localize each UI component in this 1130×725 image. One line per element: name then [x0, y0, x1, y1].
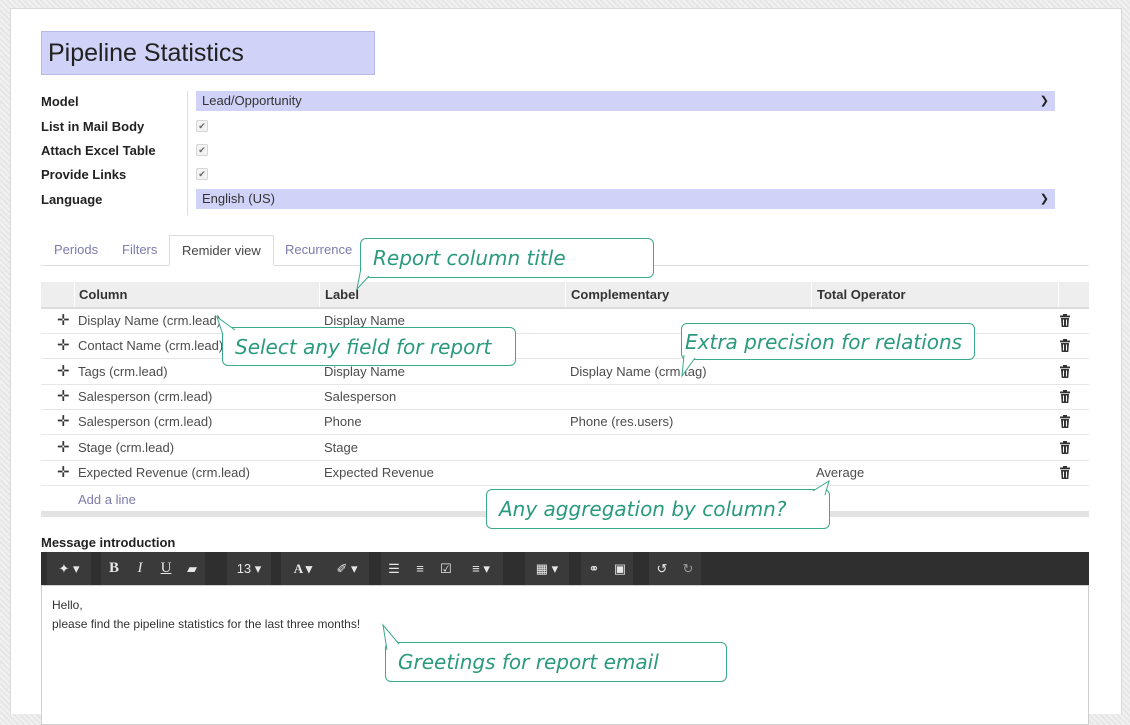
tab-reminder-view[interactable]: Remider view — [169, 235, 274, 266]
col-header-column[interactable]: Column — [79, 282, 127, 307]
chevron-down-icon: ❯ — [1039, 95, 1049, 107]
table-icon[interactable]: ▦ ▾ — [525, 552, 569, 585]
font-color-icon[interactable]: A ▾ — [281, 552, 325, 585]
table-row[interactable]: ✛ Stage (crm.lead) Stage — [41, 436, 1089, 461]
list-in-mail-checkbox[interactable]: ✔ — [196, 120, 208, 132]
message-line: Hello, — [52, 598, 83, 612]
model-select[interactable]: Lead/Opportunity ❯ — [196, 91, 1055, 111]
provide-links-checkbox[interactable]: ✔ — [196, 168, 208, 180]
editor-toolbar: ✦ ▾ B I U ▰ 13 ▾ A ▾ ✐ ▾ ☰ ≡ ☑ ≡ ▾ ▦ ▾ ⚭… — [41, 552, 1089, 585]
model-label: Model — [41, 94, 79, 109]
drag-handle-icon[interactable]: ✛ — [57, 309, 70, 333]
drag-handle-icon[interactable]: ✛ — [57, 436, 70, 460]
header-separator — [1058, 282, 1059, 307]
image-icon[interactable]: ▣ — [607, 552, 633, 585]
language-label: Language — [41, 192, 103, 207]
callout-tail — [382, 623, 400, 651]
ordered-list-icon[interactable]: ≡ — [407, 552, 433, 585]
drag-handle-icon[interactable]: ✛ — [57, 385, 70, 409]
callout-aggregation: Any aggregation by column? — [486, 489, 830, 529]
unordered-list-icon[interactable]: ☰ — [381, 552, 407, 585]
report-title-input[interactable]: Pipeline Statistics — [41, 31, 375, 75]
table-header: Column Label Complementary Total Operato… — [41, 282, 1089, 309]
table-row[interactable]: ✛ Salesperson (crm.lead) Salesperson — [41, 385, 1089, 410]
trash-icon[interactable] — [1059, 415, 1071, 429]
drag-handle-icon[interactable]: ✛ — [57, 360, 70, 384]
bold-icon[interactable]: B — [101, 552, 127, 585]
drag-handle-icon[interactable]: ✛ — [57, 334, 70, 358]
callout-tail — [356, 267, 370, 291]
model-select-value: Lead/Opportunity — [202, 93, 302, 108]
callout-report-column-title: Report column title — [360, 238, 654, 278]
tab-recurrence[interactable]: Recurrence — [285, 242, 352, 257]
tab-periods[interactable]: Periods — [54, 242, 98, 257]
list-in-mail-label: List in Mail Body — [41, 119, 145, 134]
header-separator — [74, 282, 75, 307]
message-line: please find the pipeline statistics for … — [52, 617, 361, 631]
field-divider — [187, 91, 188, 215]
eraser-icon[interactable]: ▰ — [179, 552, 205, 585]
callout-tail — [812, 479, 830, 496]
brush-icon[interactable]: ✐ ▾ — [325, 552, 369, 585]
cell-label[interactable]: Phone — [324, 410, 362, 434]
message-introduction-label: Message introduction — [41, 535, 176, 550]
cell-column[interactable]: Tags (crm.lead) — [78, 360, 168, 384]
cell-column[interactable]: Expected Revenue (crm.lead) — [78, 461, 250, 485]
trash-icon[interactable] — [1059, 440, 1071, 454]
redo-icon[interactable]: ↻ — [675, 552, 701, 585]
italic-icon[interactable]: I — [127, 552, 153, 585]
drag-handle-icon[interactable]: ✛ — [57, 410, 70, 434]
cell-column[interactable]: Salesperson (crm.lead) — [78, 385, 212, 409]
trash-icon[interactable] — [1059, 314, 1071, 327]
header-separator — [565, 282, 566, 307]
cell-complementary[interactable]: Phone (res.users) — [570, 410, 673, 434]
drag-handle-icon[interactable]: ✛ — [57, 461, 70, 485]
font-size-value: 13 — [236, 561, 252, 576]
underline-icon[interactable]: U — [153, 552, 179, 585]
add-line-link[interactable]: Add a line — [78, 492, 136, 507]
attach-excel-label: Attach Excel Table — [41, 143, 156, 158]
header-separator — [811, 282, 812, 307]
trash-icon[interactable] — [1059, 364, 1071, 378]
header-separator — [319, 282, 320, 307]
cell-column[interactable]: Salesperson (crm.lead) — [78, 410, 212, 434]
align-icon[interactable]: ≡ ▾ — [459, 552, 503, 585]
checklist-icon[interactable]: ☑ — [433, 552, 459, 585]
language-select-value: English (US) — [202, 191, 275, 206]
magic-wand-icon[interactable]: ✦ ▾ — [47, 552, 91, 585]
col-header-complementary[interactable]: Complementary — [571, 282, 669, 307]
table-row[interactable]: ✛ Tags (crm.lead) Display Name Display Name… — [41, 360, 1089, 385]
callout-greetings: Greetings for report email — [385, 642, 727, 682]
form-sheet: Pipeline Statistics Model List in Mail B… — [10, 8, 1122, 725]
trash-icon[interactable] — [1059, 465, 1071, 479]
undo-icon[interactable]: ↺ — [649, 552, 675, 585]
trash-icon[interactable] — [1059, 389, 1071, 403]
language-select[interactable]: English (US) ❯ — [196, 189, 1055, 209]
link-icon[interactable]: ⚭ — [581, 552, 607, 585]
provide-links-label: Provide Links — [41, 167, 127, 182]
cell-label[interactable]: Expected Revenue — [324, 461, 434, 485]
cell-column[interactable]: Display Name (crm.lead) — [78, 309, 221, 333]
callout-tail — [681, 354, 696, 378]
cell-column[interactable]: Stage (crm.lead) — [78, 436, 174, 460]
table-row[interactable]: ✛ Salesperson (crm.lead) Phone Phone (res.u… — [41, 410, 1089, 436]
trash-icon[interactable] — [1059, 339, 1071, 353]
col-header-total-operator[interactable]: Total Operator — [817, 282, 906, 307]
table-row[interactable]: ✛ Expected Revenue (crm.lead) Expected Rev… — [41, 461, 1089, 486]
font-size-dropdown[interactable]: 13 ▾ — [227, 552, 271, 585]
cell-label[interactable]: Stage — [324, 436, 358, 460]
callout-tail — [216, 315, 236, 336]
cell-label[interactable]: Salesperson — [324, 385, 396, 409]
chevron-down-icon: ❯ — [1039, 193, 1049, 205]
callout-extra-precision: Extra precision for relations — [681, 323, 975, 360]
cell-column[interactable]: Contact Name (crm.lead) — [78, 334, 223, 358]
attach-excel-checkbox[interactable]: ✔ — [196, 144, 208, 156]
callout-select-field: Select any field for report — [222, 327, 516, 366]
tab-filters[interactable]: Filters — [122, 242, 157, 257]
